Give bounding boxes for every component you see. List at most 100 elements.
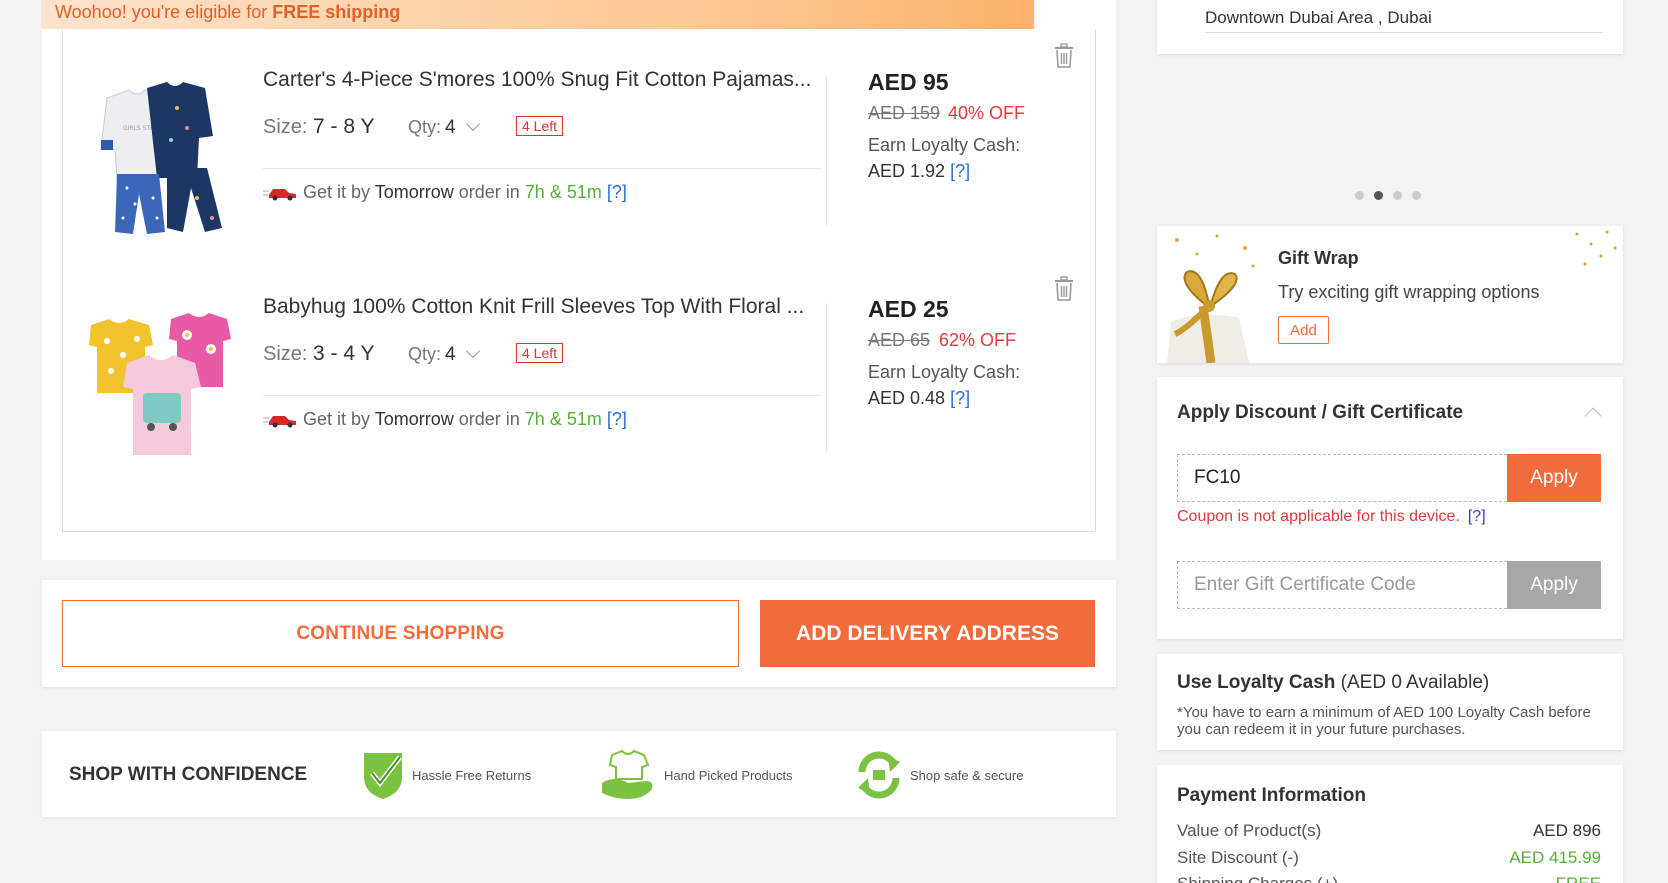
payment-value: AED 896 xyxy=(1532,821,1601,840)
qty-selector[interactable]: Qty: 4 xyxy=(408,343,480,366)
cart-items-box: GIRLS STICK Carter's 4-Piece S'mores 100… xyxy=(62,29,1096,532)
loyalty-title-bold: Use Loyalty Cash xyxy=(1177,672,1336,693)
loyalty-note: *You have to earn a minimum of AED 100 L… xyxy=(1177,704,1591,738)
payment-row-value: Value of Product(s) AED 896 xyxy=(1177,821,1601,841)
price-divider xyxy=(826,76,827,226)
loyalty-earn: Earn Loyalty Cash: AED 0.48 [?] xyxy=(868,359,1020,411)
gift-wrap-card: Gift Wrap Try exciting gift wrapping opt… xyxy=(1157,226,1623,363)
payment-title: Payment Information xyxy=(1177,785,1366,806)
discount-percent: 40% OFF xyxy=(948,103,1026,123)
size-label: Size: xyxy=(263,343,308,365)
payment-value: FREE xyxy=(1556,874,1601,883)
carousel-dots xyxy=(1355,191,1421,200)
hand-picked-products: Hand Picked Products xyxy=(600,749,793,801)
size-info: Size: 7 - 8 Y xyxy=(263,115,375,139)
carousel-dot[interactable] xyxy=(1412,191,1421,200)
size-value: 3 - 4 Y xyxy=(313,342,375,365)
delivery-car-icon xyxy=(263,416,296,428)
payment-row-discount: Site Discount (-) AED 415.99 xyxy=(1177,848,1601,868)
address-card: Downtown Dubai Area , Dubai xyxy=(1157,0,1623,54)
payment-label: Value of Product(s) xyxy=(1177,821,1322,840)
coupon-code-input[interactable]: FC10 xyxy=(1177,454,1507,502)
add-delivery-address-button[interactable]: ADD DELIVERY ADDRESS xyxy=(760,600,1095,667)
stock-badge: 4 Left xyxy=(516,343,564,363)
item-divider xyxy=(263,168,821,169)
trash-icon[interactable] xyxy=(1053,276,1075,302)
payment-label: Shipping Charges (+) xyxy=(1177,874,1338,883)
delivery-prefix: Get it by xyxy=(303,409,371,429)
product-image-tops[interactable] xyxy=(87,305,237,465)
picked-label: Hand Picked Products xyxy=(664,767,793,783)
payment-row-shipping: Shipping Charges (+) FREE xyxy=(1177,874,1601,883)
loyalty-available: (AED 0 Available) xyxy=(1335,672,1490,693)
product-title[interactable]: Babyhug 100% Cotton Knit Frill Sleeves T… xyxy=(263,295,804,319)
item-divider xyxy=(263,395,821,396)
qty-label: Qty: xyxy=(408,117,442,137)
coupon-apply-button[interactable]: Apply xyxy=(1507,454,1601,502)
delivery-time: 7h & 51m xyxy=(524,409,602,429)
qty-selector[interactable]: Qty: 4 xyxy=(408,116,480,139)
product-title[interactable]: Carter's 4-Piece S'mores 100% Snug Fit C… xyxy=(263,68,811,92)
gift-wrap-subtitle: Try exciting gift wrapping options xyxy=(1278,282,1540,302)
shop-safe-secure: Shop safe & secure xyxy=(854,749,1023,801)
continue-shopping-button[interactable]: CONTINUE SHOPPING xyxy=(62,600,739,667)
item-price: AED 95 xyxy=(868,69,949,95)
price-divider xyxy=(826,303,827,453)
delivery-address[interactable]: Downtown Dubai Area , Dubai xyxy=(1205,8,1432,28)
delivery-car-icon xyxy=(263,189,296,201)
stock-badge: 4 Left xyxy=(516,116,564,136)
free-shipping-banner: Woohoo! you're eligible for FREE shippin… xyxy=(41,0,1034,29)
delivery-help-link[interactable]: [?] xyxy=(607,409,627,429)
coupon-help-link[interactable]: [?] xyxy=(1468,508,1486,525)
loyalty-earn-value: AED 0.48 xyxy=(868,388,946,408)
carousel-dot[interactable] xyxy=(1355,191,1364,200)
hand-shirt-icon xyxy=(602,749,653,799)
delivery-time: 7h & 51m xyxy=(524,182,602,202)
discount-title: Apply Discount / Gift Certificate xyxy=(1177,402,1464,423)
cart-item: Babyhug 100% Cotton Knit Frill Sleeves T… xyxy=(63,261,1095,502)
discount-percent: 62% OFF xyxy=(939,330,1017,350)
qty-label: Qty: xyxy=(408,344,442,364)
item-mrp: AED 65 xyxy=(868,330,931,350)
gift-wrap-add-button[interactable]: Add xyxy=(1278,316,1329,344)
coupon-error-text: Coupon is not applicable for this device… xyxy=(1177,508,1460,525)
returns-label: Hassle Free Returns xyxy=(412,767,532,783)
carousel-dot-active[interactable] xyxy=(1374,191,1383,200)
confidence-title: SHOP WITH CONFIDENCE xyxy=(69,764,308,785)
banner-text: Woohoo! you're eligible for xyxy=(55,2,273,22)
address-underline xyxy=(1205,32,1603,33)
chevron-up-icon[interactable] xyxy=(1584,407,1602,425)
delivery-help-link[interactable]: [?] xyxy=(607,182,627,202)
delivery-mid: order in xyxy=(458,409,520,429)
payment-value: AED 415.99 xyxy=(1509,848,1601,867)
delivery-estimate: Get it by Tomorrow order in 7h & 51m [?] xyxy=(263,182,627,203)
chevron-down-icon[interactable] xyxy=(465,116,480,132)
loyalty-earn: Earn Loyalty Cash: AED 1.92 [?] xyxy=(868,132,1020,184)
gift-certificate-input[interactable]: Enter Gift Certificate Code xyxy=(1177,561,1507,609)
delivery-day: Tomorrow xyxy=(374,182,454,202)
confetti-icon xyxy=(1575,230,1617,266)
payment-label: Site Discount (-) xyxy=(1177,848,1299,867)
shop-with-confidence: SHOP WITH CONFIDENCE Hassle Free Returns… xyxy=(42,731,1116,817)
product-image-pajamas[interactable]: GIRLS STICK xyxy=(87,78,237,238)
carousel-dot[interactable] xyxy=(1393,191,1402,200)
delivery-prefix: Get it by xyxy=(303,182,371,202)
loyalty-help-link[interactable]: [?] xyxy=(950,161,970,181)
loyalty-help-link[interactable]: [?] xyxy=(950,388,970,408)
refresh-secure-icon xyxy=(858,751,900,799)
loyalty-cash-card: Use Loyalty Cash (AED 0 Available) *You … xyxy=(1157,654,1623,750)
payment-information-card: Payment Information Value of Product(s) … xyxy=(1157,765,1623,883)
gift-box-icon xyxy=(1157,226,1267,363)
banner-bold: FREE shipping xyxy=(272,2,401,22)
loyalty-cash-title[interactable]: Use Loyalty Cash (AED 0 Available) xyxy=(1177,672,1489,694)
hassle-free-returns: Hassle Free Returns xyxy=(360,749,531,801)
trash-icon[interactable] xyxy=(1053,43,1075,69)
secure-label: Shop safe & secure xyxy=(910,767,1024,783)
gift-certificate-apply-button[interactable]: Apply xyxy=(1507,561,1601,609)
delivery-day: Tomorrow xyxy=(374,409,454,429)
qty-value: 4 xyxy=(445,117,456,138)
size-value: 7 - 8 Y xyxy=(313,115,375,138)
chevron-down-icon[interactable] xyxy=(465,343,480,359)
delivery-mid: order in xyxy=(458,182,520,202)
shield-check-icon xyxy=(364,753,402,799)
